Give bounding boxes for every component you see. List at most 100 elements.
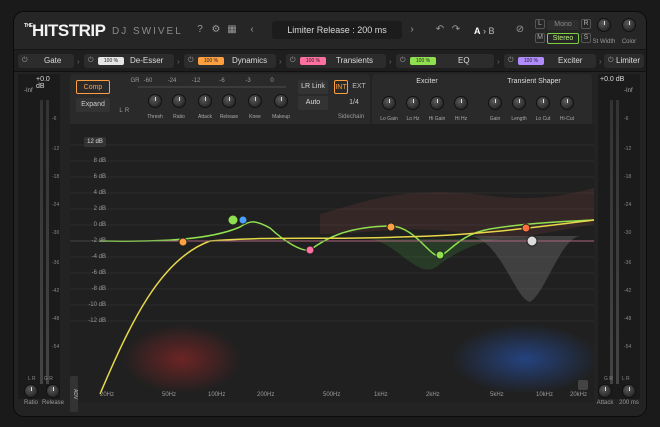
eq-node-4[interactable]	[435, 250, 445, 260]
meter-tick: -42	[52, 288, 60, 294]
power-icon[interactable]: ⏻	[188, 54, 194, 68]
expand-button[interactable]: Expand	[76, 98, 110, 112]
ab-a-label[interactable]: A	[474, 26, 481, 36]
eq-node-3[interactable]	[386, 222, 396, 232]
meter-tick: -36	[624, 260, 632, 266]
meter-bar-right	[46, 100, 49, 384]
comp-button[interactable]: Comp	[76, 80, 110, 94]
power-icon[interactable]: ⏻	[508, 54, 514, 68]
meter-bar-left	[610, 100, 613, 384]
module-exciter[interactable]: ⏻ 100 % Exciter	[504, 54, 596, 68]
undo-icon[interactable]: ↶	[434, 24, 446, 36]
meter-bar-right	[616, 100, 619, 384]
module-transients[interactable]: ⏻ 100 % Transients	[286, 54, 386, 68]
limiter-release-value: 200 ms	[619, 400, 639, 406]
eq-node-tilt-b[interactable]	[238, 215, 248, 225]
meter-tick: -42	[624, 288, 632, 294]
mono-button[interactable]: Mono	[547, 20, 579, 30]
eq-node-lp[interactable]	[526, 235, 538, 247]
release-knob[interactable]	[222, 94, 236, 108]
ratio-knob[interactable]	[172, 94, 186, 108]
knee-knob[interactable]	[248, 94, 262, 108]
logo-text: HITSTRIP	[32, 21, 106, 40]
meter-tick: -54	[52, 344, 60, 350]
eq-node-1[interactable]	[178, 237, 188, 247]
freq-label: 50Hz	[162, 392, 177, 398]
eq-display[interactable]: 10 dB 8 dB 6 dB 4 dB 2 dB 0 dB -2 dB -4 …	[70, 124, 594, 402]
eq-curve-graph[interactable]	[70, 124, 594, 402]
eq-node-2[interactable]	[305, 245, 315, 255]
release-knob-bottom[interactable]	[46, 384, 60, 398]
ts-length-knob[interactable]	[512, 96, 526, 110]
int-sidechain-button[interactable]: INT	[334, 80, 348, 94]
gear-icon[interactable]: ⚙	[210, 24, 222, 36]
meter-bar-left	[40, 100, 43, 384]
right-channel-button[interactable]: R	[581, 19, 591, 29]
module-limiter[interactable]: ⏻ Limiter	[604, 54, 644, 68]
eq-node-tilt[interactable]	[227, 214, 239, 226]
stereo-width-knob[interactable]	[597, 18, 611, 32]
adv-toggle[interactable]: ADV	[70, 376, 78, 412]
lo-gain-knob[interactable]	[382, 96, 396, 110]
input-meter: +0.0 dB -Inf -6 -12 -18 -24 -30 -36 -42 …	[18, 74, 60, 399]
power-icon[interactable]: ⏻	[608, 54, 614, 68]
output-level-readout: -Inf	[624, 88, 633, 94]
mix-badge: 100 %	[300, 57, 326, 65]
attack-knob-bottom[interactable]	[598, 384, 612, 398]
module-de-esser[interactable]: ⏻ 100 % De-Esser	[84, 54, 174, 68]
meter-tick: -48	[624, 316, 632, 322]
makeup-knob[interactable]	[274, 94, 288, 108]
freq-label: 1kHz	[374, 392, 388, 398]
left-channel-button[interactable]: L	[535, 19, 545, 29]
meter-lr-label: L R	[28, 376, 36, 382]
chevron-left-icon[interactable]: ‹	[246, 24, 258, 36]
ts-lo-cut-knob[interactable]	[536, 96, 550, 110]
limiter-release-knob[interactable]	[622, 384, 636, 398]
freq-label: 2kHz	[426, 392, 440, 398]
color-knob[interactable]	[622, 18, 636, 32]
chevron-right-icon: ›	[389, 57, 392, 66]
gr-scale-label: 0	[270, 78, 274, 84]
power-icon[interactable]: ⏻	[88, 54, 94, 68]
stereo-width-label: St Width	[592, 39, 616, 45]
bypass-icon[interactable]: ⊘	[514, 24, 526, 36]
hi-hz-knob[interactable]	[454, 96, 468, 110]
mid-channel-button[interactable]: M	[535, 33, 545, 43]
eq-node-5[interactable]	[521, 223, 531, 233]
power-icon[interactable]: ⏻	[290, 54, 296, 68]
meter-tick: -30	[624, 230, 632, 236]
module-label: Limiter	[616, 56, 641, 65]
preset-name-display[interactable]: Limiter Release : 200 ms	[272, 21, 402, 39]
hi-gain-knob[interactable]	[430, 96, 444, 110]
ts-gain-knob[interactable]	[488, 96, 502, 110]
ab-b-label[interactable]: B	[489, 26, 495, 36]
chevron-right-icon: ›	[497, 57, 500, 66]
attack-knob[interactable]	[198, 94, 212, 108]
lo-hz-knob[interactable]	[406, 96, 420, 110]
thresh-knob[interactable]	[148, 94, 162, 108]
power-icon[interactable]: ⏻	[22, 54, 28, 68]
lr-link-button[interactable]: LR Link	[298, 80, 328, 94]
display-mode-icon[interactable]	[578, 380, 588, 390]
help-icon[interactable]: ?	[194, 24, 206, 36]
side-channel-button[interactable]: S	[581, 33, 591, 43]
auto-button[interactable]: Auto	[298, 96, 328, 110]
output-meter: +0.0 dB -Inf -6 -12 -18 -24 -30 -36 -42 …	[598, 74, 640, 399]
module-eq[interactable]: ⏻ 100 % EQ	[396, 54, 494, 68]
power-icon[interactable]: ⏻	[400, 54, 406, 68]
save-icon[interactable]: ▦	[226, 24, 238, 36]
eq-range-button[interactable]: 12 dB	[84, 137, 106, 147]
module-gate[interactable]: ⏻ Gate	[18, 54, 74, 68]
ts-hi-cut-knob[interactable]	[560, 96, 574, 110]
ab-compare[interactable]: A › B	[474, 26, 495, 36]
ext-sidechain-button[interactable]: EXT	[352, 80, 366, 94]
chevron-right-icon[interactable]: ›	[406, 24, 418, 36]
sidechain-select[interactable]: 1/4	[342, 96, 366, 110]
meter-tick: -18	[52, 174, 60, 180]
module-dynamics[interactable]: ⏻ 100 % Dynamics	[184, 54, 276, 68]
db-label: 6 dB	[93, 174, 106, 180]
ratio-knob-bottom[interactable]	[24, 384, 38, 398]
stereo-button[interactable]: Stereo	[547, 33, 579, 44]
chevron-right-icon: ›	[279, 57, 282, 66]
redo-icon[interactable]: ↷	[450, 24, 462, 36]
